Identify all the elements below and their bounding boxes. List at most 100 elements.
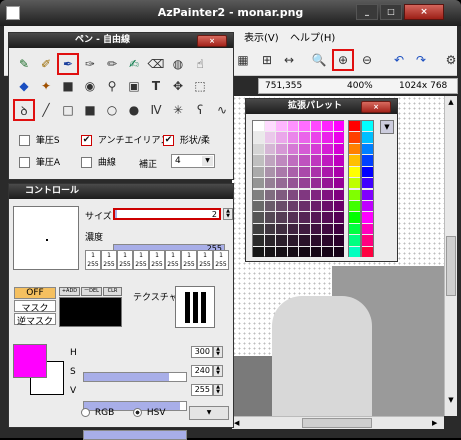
palette-color-cell[interactable] [333, 121, 344, 132]
palette-color-cell[interactable] [322, 235, 333, 246]
palette-color-cell[interactable] [287, 143, 298, 155]
spoit-icon[interactable]: ⚲ [101, 75, 123, 97]
palette-hue-cell[interactable] [349, 246, 360, 257]
palette-color-cell[interactable] [276, 235, 287, 246]
extended-palette-close-button[interactable]: × [361, 101, 391, 113]
minimize-button[interactable]: _ [356, 4, 378, 20]
s-value[interactable]: 240 [191, 365, 213, 377]
stamp-icon[interactable]: ▣ [123, 75, 145, 97]
palette-color-cell[interactable] [253, 178, 264, 189]
brush-preset[interactable]: 1 255 [117, 250, 133, 270]
filled-rect-icon[interactable]: ■ [79, 99, 101, 121]
fill-icon[interactable]: ◆ [13, 75, 35, 97]
palette-color-cell[interactable] [333, 132, 344, 143]
mask-button[interactable]: マスク [14, 300, 56, 314]
check-antialias[interactable]: ✔ アンチエイリアス [81, 133, 170, 146]
gradient-fill-icon[interactable]: ✦ [35, 75, 57, 97]
palette-color-cell[interactable] [287, 166, 298, 178]
palette-color-cell[interactable] [276, 246, 287, 257]
width-fit-icon[interactable]: ↔ [278, 49, 300, 71]
brush-preset[interactable]: 1 255 [181, 250, 197, 270]
palette-menu-button[interactable]: ▼ [380, 120, 394, 134]
mask-del-button[interactable]: ーDEL [81, 287, 102, 296]
mask-add-button[interactable]: +ADD [59, 287, 80, 296]
zoom-out-icon[interactable]: ⊖ [356, 49, 378, 71]
palette-color-cell[interactable] [333, 223, 344, 235]
pen-icon[interactable]: ✎ [13, 53, 35, 75]
palette-color-cell[interactable] [322, 121, 333, 132]
palette-hue-cell[interactable] [349, 166, 360, 178]
palette-color-cell[interactable] [276, 166, 287, 178]
palette-hue-cell[interactable] [349, 143, 360, 155]
palette-hue-cell[interactable] [349, 121, 360, 132]
line-icon[interactable]: ╱ [35, 99, 57, 121]
check-pressure-a[interactable]: 筆圧A [19, 155, 60, 168]
palette-color-cell[interactable] [276, 132, 287, 143]
palette-color-cell[interactable] [322, 143, 333, 155]
palette-color-cell[interactable] [253, 200, 264, 212]
eraser-icon[interactable]: ⌫ [145, 53, 167, 75]
palette-color-cell[interactable] [276, 143, 287, 155]
palette-color-cell[interactable] [287, 246, 298, 257]
hue-column-1[interactable] [348, 120, 361, 257]
foreground-color-swatch[interactable] [13, 344, 47, 378]
settings-icon[interactable]: ⚙ [440, 49, 461, 71]
palette-color-cell[interactable] [264, 143, 275, 155]
palette-color-cell[interactable] [333, 155, 344, 166]
palette-hue-cell[interactable] [349, 178, 360, 189]
chevron-down-icon[interactable]: ▼ [202, 156, 213, 166]
palette-color-cell[interactable] [264, 132, 275, 143]
check-pressure-s[interactable]: 筆圧S [19, 133, 60, 146]
blur-icon[interactable]: ◍ [167, 53, 189, 75]
check-curve[interactable]: 曲線 [81, 155, 116, 168]
palette-color-cell[interactable] [264, 212, 275, 223]
bezier-icon[interactable]: ∿ [211, 99, 233, 121]
pen-palette-close-button[interactable]: × [197, 35, 227, 47]
palette-color-cell[interactable] [322, 189, 333, 200]
palette-color-cell[interactable] [287, 189, 298, 200]
palette-hue-cell[interactable] [362, 212, 373, 223]
palette-color-cell[interactable] [310, 132, 321, 143]
texture-preview[interactable] [175, 286, 215, 328]
palette-color-cell[interactable] [276, 223, 287, 235]
check-pressure-a-box[interactable] [19, 157, 30, 168]
zoom-icon[interactable]: 🔍 [308, 49, 330, 71]
check-antialias-box[interactable]: ✔ [81, 135, 92, 146]
polyline-icon[interactable]: Ⅳ [145, 99, 167, 121]
palette-hue-cell[interactable] [349, 132, 360, 143]
h-spinner[interactable]: ▲ ▼ [213, 346, 223, 358]
hue-column-2[interactable] [361, 120, 374, 257]
hscroll-thumb[interactable] [302, 418, 372, 428]
close-button[interactable]: × [404, 4, 444, 20]
palette-color-cell[interactable] [253, 143, 264, 155]
palette-color-cell[interactable] [287, 235, 298, 246]
palette-color-cell[interactable] [322, 166, 333, 178]
rgb-radio-circle[interactable] [81, 408, 90, 417]
palette-color-cell[interactable] [299, 189, 310, 200]
palette-color-cell[interactable] [310, 246, 321, 257]
v-spinner[interactable]: ▲ ▼ [213, 384, 223, 396]
check-shape-soft-box[interactable]: ✔ [163, 135, 174, 146]
finger-icon[interactable]: ☝ [189, 53, 211, 75]
horizontal-scrollbar[interactable]: ◀ ▶ [232, 416, 444, 429]
palette-hue-cell[interactable] [362, 200, 373, 212]
palette-hue-cell[interactable] [362, 189, 373, 200]
zoom-in-icon[interactable]: ⊕ [332, 49, 354, 71]
palette-color-cell[interactable] [333, 235, 344, 246]
v-slider[interactable] [83, 430, 187, 440]
palette-color-cell[interactable] [310, 235, 321, 246]
palette-color-cell[interactable] [253, 212, 264, 223]
palette-color-cell[interactable] [264, 246, 275, 257]
palette-color-cell[interactable] [276, 155, 287, 166]
palette-hue-cell[interactable] [349, 223, 360, 235]
palette-color-cell[interactable] [333, 178, 344, 189]
palette-color-cell[interactable] [264, 223, 275, 235]
palette-color-cell[interactable] [310, 166, 321, 178]
palette-color-cell[interactable] [253, 223, 264, 235]
check-curve-box[interactable] [81, 157, 92, 168]
palette-color-cell[interactable] [253, 155, 264, 166]
palette-hue-cell[interactable] [349, 189, 360, 200]
color-menu-button[interactable]: ▼ [189, 406, 229, 420]
palette-color-cell[interactable] [299, 200, 310, 212]
text-icon[interactable]: T [145, 75, 167, 97]
